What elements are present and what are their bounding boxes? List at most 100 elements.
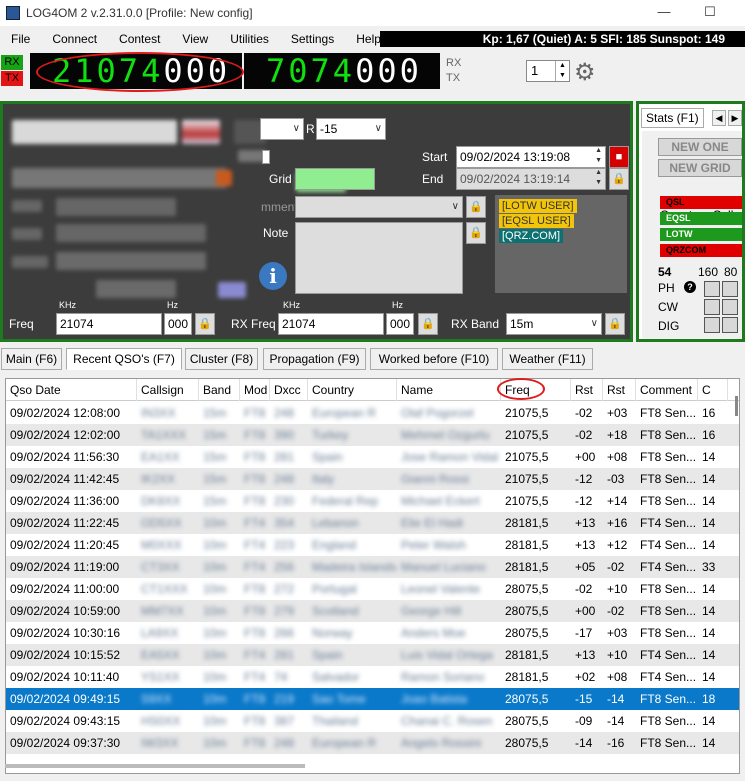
checkbox[interactable] (262, 150, 270, 164)
cell-rst_r: -02 (607, 604, 625, 618)
tab-worked-before[interactable]: Worked before (F10) (370, 348, 498, 370)
table-row[interactable]: 09/02/2024 09:37:30 IW3XX 10m FT8 248 Europea… (6, 732, 739, 754)
gear-icon[interactable]: ⚙ (574, 58, 596, 87)
table-row[interactable]: 09/02/2024 10:15:52 EA5XX 10m FT4 281 Spain Lu… (6, 644, 739, 666)
rst-sent-dropdown[interactable]: ∨ (260, 118, 304, 140)
help-icon[interactable]: ? (684, 281, 696, 293)
col-c[interactable]: C (698, 379, 728, 401)
vertical-scrollbar[interactable] (733, 380, 739, 750)
table-row[interactable]: 09/02/2024 12:02:00 TA1XXX 15m FT8 390 Turkey… (6, 424, 739, 446)
tab-propagation[interactable]: Propagation (F9) (263, 348, 366, 370)
second-frequency-lcd[interactable]: 7074000 (244, 53, 440, 89)
cell-call: TA1XXX (141, 428, 187, 442)
col-band[interactable]: Band (199, 379, 240, 401)
table-row[interactable]: 09/02/2024 10:30:16 LA9XX 10m FT8 266 Norway A… (6, 622, 739, 644)
info-icon[interactable]: i (259, 262, 287, 290)
cell-comment: FT8 Sen... (640, 626, 697, 640)
end-lock-button[interactable]: 🔒 (609, 168, 629, 190)
rst-received-dropdown[interactable]: -15 ∨ (316, 118, 386, 140)
cell-mode: FT4 (244, 648, 266, 662)
rxband-dropdown[interactable]: 15m ∨ (506, 313, 602, 335)
table-row[interactable]: 09/02/2024 11:56:30 EA1XX 15m FT8 281 Spain Jo… (6, 446, 739, 468)
recent-qso-table[interactable]: Qso Date Callsign Band Mod Dxcc Country … (5, 378, 740, 774)
rxfreq-khz-field[interactable]: 21074 (278, 313, 384, 335)
qrz-tag[interactable]: [QRZ.COM] (499, 229, 564, 243)
start-lock-button[interactable]: ■ (609, 146, 629, 168)
cell-freq: 28181,5 (505, 648, 549, 662)
table-row[interactable]: 09/02/2024 11:19:00 CT3XX 10m FT4 256 Madeira… (6, 556, 739, 578)
rxfreq-lock-button[interactable]: 🔒 (418, 313, 438, 335)
col-qso-date[interactable]: Qso Date (6, 379, 137, 401)
col-callsign[interactable]: Callsign (137, 379, 199, 401)
cell-dxcc: 279 (274, 604, 295, 618)
menu-contest[interactable]: Contest (108, 32, 171, 46)
freq-khz-field[interactable]: 21074 (56, 313, 162, 335)
scrollbar-thumb[interactable] (735, 396, 738, 416)
menu-view[interactable]: View (171, 32, 219, 46)
stats-next-button[interactable]: ▶ (728, 110, 742, 126)
horizontal-scrollbar[interactable] (5, 764, 305, 768)
note-lock-button[interactable]: 🔒 (466, 222, 486, 244)
minimize-button[interactable]: — (654, 3, 674, 21)
col-country[interactable]: Country (308, 379, 397, 401)
table-row[interactable]: 09/02/2024 11:00:00 CT1XXX 10m FT8 272 Portug… (6, 578, 739, 600)
cell-call: S9XX (141, 692, 172, 706)
col-name[interactable]: Name (397, 379, 501, 401)
rxfreq-hz-field[interactable]: 000 (386, 313, 414, 335)
table-row[interactable]: 09/02/2024 10:11:40 YS1XX 10m FT4 74 Salvador… (6, 666, 739, 688)
menu-settings[interactable]: Settings (280, 32, 345, 46)
grid-field[interactable] (295, 168, 375, 190)
tab-main[interactable]: Main (F6) (1, 348, 62, 370)
tab-weather[interactable]: Weather (F11) (502, 348, 593, 370)
table-row[interactable]: 09/02/2024 11:36:00 DK8XX 15m FT8 230 Federal… (6, 490, 739, 512)
col-dxcc[interactable]: Dxcc (270, 379, 308, 401)
cell-freq: 21075,5 (505, 494, 549, 508)
maximize-button[interactable]: ☐ (700, 3, 720, 21)
freq-lock-button[interactable]: 🔒 (195, 313, 215, 335)
cell-rst_r: -14 (607, 692, 625, 706)
cell-country: Federal Rep (312, 494, 379, 508)
comment-dropdown[interactable]: ∨ (295, 196, 463, 218)
cell-rst_r: +14 (607, 494, 628, 508)
cell-country: Turkey (312, 428, 349, 442)
spinner-arrows[interactable]: ▲ ▼ (555, 61, 569, 81)
table-row[interactable]: 09/02/2024 09:49:15 S9XX 10m FT8 219 Sao Tome… (6, 688, 739, 710)
rxband-lock-button[interactable]: 🔒 (605, 313, 625, 335)
freq-hz-field[interactable]: 000 (164, 313, 192, 335)
table-row[interactable]: 09/02/2024 11:42:45 IK2XX 15m FT8 248 Italy Gi… (6, 468, 739, 490)
menu-utilities[interactable]: Utilities (219, 32, 280, 46)
table-row[interactable]: 09/02/2024 12:08:00 IN3XX 15m FT8 248 Europea… (6, 402, 739, 424)
mode-ph-cell-2 (722, 281, 738, 297)
end-datetime-field[interactable]: 09/02/2024 13:19:14 ▲ ▼ (456, 168, 606, 190)
tx-indicator: TX (1, 71, 23, 86)
col-rst-rcvd[interactable]: Rst (603, 379, 636, 401)
menu-connect[interactable]: Connect (41, 32, 108, 46)
tab-stats[interactable]: Stats (F1) (641, 108, 704, 128)
cell-mode: FT8 (244, 714, 266, 728)
comment-lock-button[interactable]: 🔒 (466, 196, 486, 218)
radio-number-spinner[interactable]: 1 ▲ ▼ (526, 60, 570, 82)
table-row[interactable]: 09/02/2024 09:43:15 HS0XX 10m FT8 387 Thailan… (6, 710, 739, 732)
cell-name: Michael Eckert (401, 494, 480, 508)
table-row[interactable]: 09/02/2024 11:20:45 M0XXX 10m FT4 223 England… (6, 534, 739, 556)
col-mode[interactable]: Mod (240, 379, 270, 401)
note-textarea[interactable] (295, 222, 463, 294)
cell-dxcc: 248 (274, 736, 295, 750)
lotw-user-tag[interactable]: [LOTW USER] (499, 199, 577, 213)
tab-recent-qsos[interactable]: Recent QSO's (F7) (66, 348, 182, 370)
start-datetime-field[interactable]: 09/02/2024 13:19:08 ▲ ▼ (456, 146, 606, 168)
col-rst-sent[interactable]: Rst (571, 379, 603, 401)
grid-label: Grid (269, 172, 292, 186)
stats-prev-button[interactable]: ◀ (712, 110, 726, 126)
menu-file[interactable]: File (0, 32, 41, 46)
cell-name: Gianni Rossi (401, 472, 470, 486)
col-comment[interactable]: Comment (636, 379, 698, 401)
cell-c: 14 (702, 714, 716, 728)
cell-call: IN3XX (141, 406, 176, 420)
table-row[interactable]: 09/02/2024 10:59:00 MM7XX 10m FT8 279 Scotlan… (6, 600, 739, 622)
tab-cluster[interactable]: Cluster (F8) (185, 348, 258, 370)
cell-call: CT1XXX (141, 582, 188, 596)
table-row[interactable]: 09/02/2024 11:22:45 OD5XX 10m FT4 354 Lebanon… (6, 512, 739, 534)
eqsl-user-tag[interactable]: [EQSL USER] (499, 214, 574, 228)
note-label: Note (263, 226, 289, 240)
